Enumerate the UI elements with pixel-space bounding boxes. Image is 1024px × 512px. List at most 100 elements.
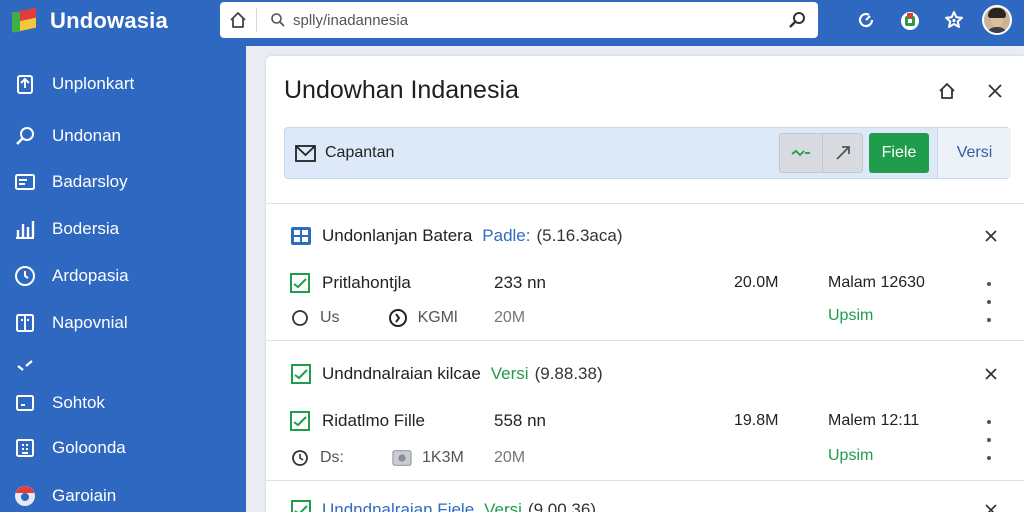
document-icon (12, 310, 38, 336)
file-mb: 20.0M (734, 274, 779, 291)
status-badge: Upsim (828, 307, 874, 324)
file-name: Pritlahontjla (322, 273, 411, 292)
sidebar-item-bodersia[interactable]: Bodersia (0, 207, 246, 251)
mail-icon (12, 169, 38, 195)
file-row[interactable]: Ridatlmo Fille (290, 409, 425, 433)
circle-icon (290, 308, 310, 328)
checked-icon[interactable] (290, 273, 310, 293)
brand-logo-icon (12, 7, 42, 34)
move-button[interactable] (823, 133, 863, 173)
file-button[interactable]: Fiele (869, 133, 929, 173)
group-tag: Versi (490, 364, 529, 383)
sidebar-item-ardopasia[interactable]: Ardopasia (0, 254, 246, 298)
sidebar-item-goloonda[interactable]: Goloonda (0, 426, 246, 470)
sidebar-item-label: Garoiain (52, 486, 117, 505)
sidebar-item-label: Ardopasia (52, 266, 129, 285)
sidebar-item-label: Goloonda (52, 438, 126, 457)
file-name: Ridatlmo Fille (322, 411, 425, 430)
search-input[interactable] (289, 5, 759, 35)
group-header: Undonlanjan Batera Padle: (5.16.3aca) (290, 224, 622, 248)
brand[interactable]: Undowasia (12, 6, 168, 36)
star-icon[interactable] (942, 8, 966, 32)
group-tag: Versi (484, 500, 522, 512)
divider (266, 203, 1024, 204)
top-icons (844, 0, 1024, 40)
top-bar: Undowasia (0, 0, 1024, 46)
sidebar-item-label: Undonan (52, 126, 122, 145)
group-version: (9.00.36) (527, 500, 596, 512)
file-date: Malam 12630 (828, 274, 925, 291)
search-bar (220, 2, 818, 38)
close-icon[interactable] (980, 363, 1002, 385)
chart-icon (12, 216, 38, 242)
app-name: Undowasia (50, 8, 168, 33)
more-options-icon[interactable] (982, 420, 996, 460)
refresh-icon[interactable] (854, 8, 878, 32)
clock-icon (290, 448, 310, 468)
file-mb: 19.8M (734, 412, 779, 429)
sidebar-item-napovnial[interactable]: Napovnial (0, 301, 246, 345)
user-avatar[interactable] (982, 5, 1012, 35)
close-icon[interactable] (980, 225, 1002, 247)
home-icon[interactable] (220, 2, 256, 38)
sidebar-item-label: Badarsloy (52, 172, 128, 191)
sidebar-item-sohtok[interactable]: Sohtok (0, 381, 246, 425)
file-size: 558 nn (494, 411, 546, 430)
close-icon[interactable] (980, 499, 1002, 512)
sidebar-item-label: Bodersia (52, 219, 120, 238)
file-subrow: Ds: 1K3M (290, 446, 464, 470)
group-title: Undndnalraian kilcae (322, 364, 481, 383)
grid-icon (12, 435, 38, 461)
sub-label: Us (320, 309, 340, 326)
mail-icon (295, 144, 317, 164)
close-icon[interactable] (982, 78, 1008, 104)
more-options-icon[interactable] (982, 282, 996, 322)
toolbar: Capantan Fiele Versi (284, 127, 1011, 179)
camera-icon (392, 448, 412, 468)
file-size: 233 nn (494, 273, 546, 292)
square-icon (12, 390, 38, 416)
search-separator (256, 8, 257, 32)
checked-icon[interactable] (290, 411, 310, 431)
upload-icon (12, 71, 38, 97)
sidebar: Unplonkart Undonan Badarsloy Bodersia Ar… (0, 46, 246, 512)
divider (266, 480, 1024, 481)
check-icon (12, 353, 38, 379)
group-header: Undndnalraian Fiele Versi (9.00.36) (290, 498, 596, 512)
group-version: (5.16.3aca) (536, 226, 623, 245)
group-header: Undndnalraian kilcae Versi (9.88.38) (290, 362, 603, 386)
sidebar-item-label: Napovnial (52, 313, 128, 332)
checked-icon (290, 363, 312, 385)
search-icon (12, 123, 38, 149)
file-date: Malem 12:11 (828, 412, 920, 429)
group-tag: Padle: (482, 226, 531, 245)
group-title: Undndnalraian Fiele (322, 500, 475, 512)
home-icon[interactable] (934, 78, 960, 104)
sidebar-item-unplonkart[interactable]: Unplonkart (0, 62, 246, 106)
clock-icon (12, 263, 38, 289)
history-icon (388, 308, 408, 328)
extension-icon[interactable] (898, 8, 922, 32)
sidebar-item-garoiain[interactable]: Garoiain (0, 474, 246, 512)
sync-button[interactable] (779, 133, 823, 173)
sub-label: 1K3M (422, 449, 464, 466)
group-title: Undonlanjan Batera (322, 226, 473, 245)
sidebar-item-badarsloy[interactable]: Badarsloy (0, 160, 246, 204)
file-row[interactable]: Pritlahontjla (290, 271, 411, 295)
panel-title: Undowhan Indanesia (284, 76, 519, 104)
checked-icon (290, 499, 312, 512)
status-badge: Upsim (828, 447, 874, 464)
file-submb: 20M (494, 309, 526, 326)
arrow-icon (835, 146, 850, 160)
main-panel: Undowhan Indanesia Capantan Fiele Versi … (266, 56, 1024, 512)
version-button[interactable]: Versi (937, 128, 1011, 178)
globe-icon (12, 483, 38, 509)
voice-search-icon[interactable] (786, 8, 810, 32)
sync-icon (791, 149, 810, 157)
package-icon (290, 225, 312, 247)
sidebar-item-undonan[interactable]: Undonan (0, 114, 246, 158)
group-version: (9.88.38) (534, 364, 603, 383)
divider (266, 340, 1024, 341)
file-submb: 20M (494, 449, 526, 466)
search-icon (267, 2, 289, 38)
